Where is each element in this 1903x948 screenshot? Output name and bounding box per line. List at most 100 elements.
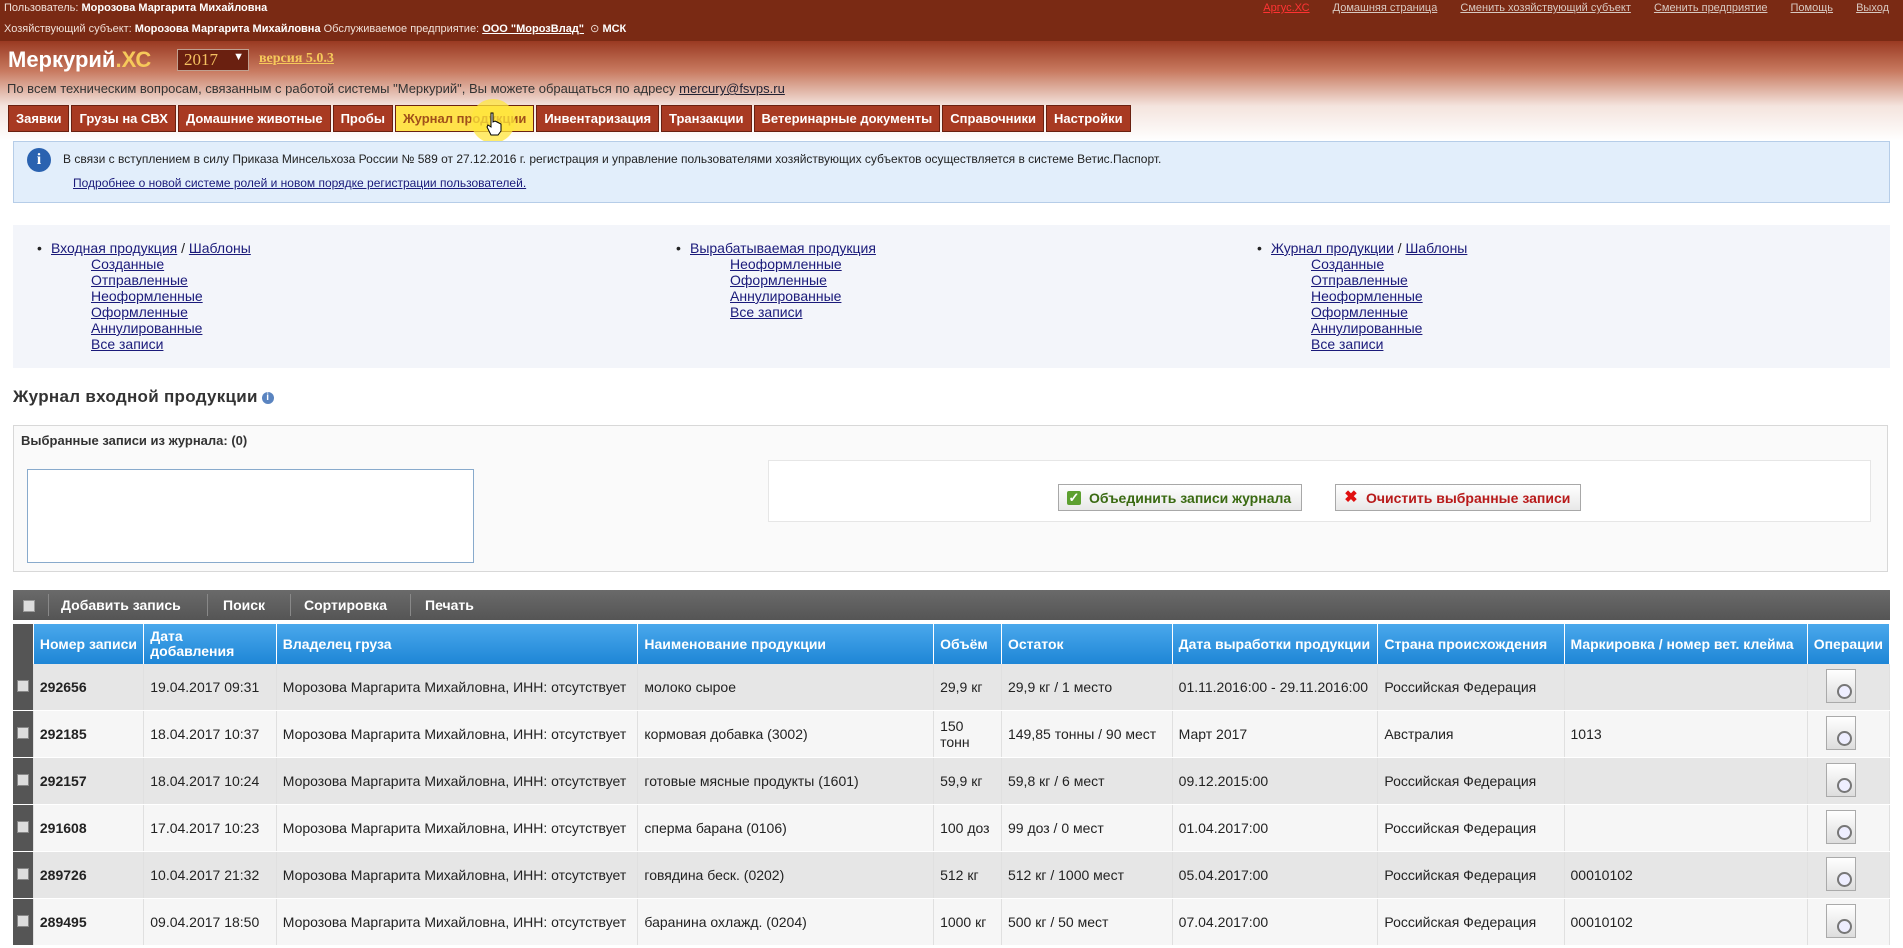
row-checkbox[interactable] <box>16 821 29 833</box>
tab-svh-cargo[interactable]: Грузы на СВХ <box>71 105 176 132</box>
table-row[interactable]: 291608 17.04.2017 10:23 Морозова Маргари… <box>13 804 1891 852</box>
user-label: Пользователь: <box>4 2 79 14</box>
user-name: Морозова Маргарита Михайловна <box>81 2 268 14</box>
row-checkbox[interactable] <box>16 915 29 927</box>
link-journal-created[interactable]: Созданные <box>1311 256 1384 272</box>
support-email-link[interactable]: mercury@fsvps.ru <box>679 81 785 96</box>
top-bar: Пользователь: Морозова Маргарита Михайло… <box>0 0 1903 41</box>
link-help[interactable]: Помощь <box>1791 2 1834 14</box>
link-incoming-templates[interactable]: Шаблоны <box>189 240 251 256</box>
enterprise-label: Обслуживаемое предприятие: <box>323 23 480 35</box>
link-incoming-cancelled[interactable]: Аннулированные <box>91 320 202 336</box>
link-journal-unprocessed[interactable]: Неоформленные <box>1311 288 1423 304</box>
info-more-link[interactable]: Подробнее о новой системе ролей и новом … <box>73 176 526 190</box>
merge-records-button[interactable]: ✓ Объединить записи журнала <box>1058 484 1303 511</box>
tab-transactions[interactable]: Транзакции <box>661 105 752 132</box>
tab-vet-docs[interactable]: Ветеринарные документы <box>753 105 941 132</box>
table-row[interactable]: 289726 10.04.2017 21:32 Морозова Маргари… <box>13 851 1891 899</box>
table-row[interactable]: 292185 18.04.2017 10:37 Морозова Маргари… <box>13 710 1891 758</box>
col-date-added[interactable]: Дата добавления <box>143 624 277 664</box>
support-text: По всем техническим вопросам, связанным … <box>7 81 785 96</box>
link-produced-processed[interactable]: Оформленные <box>730 272 827 288</box>
info-banner: i В связи с вступлением в силу Приказа М… <box>13 141 1890 203</box>
link-journal-all[interactable]: Все записи <box>1311 336 1383 352</box>
col-product-name[interactable]: Наименование продукции <box>637 624 935 664</box>
link-incoming-unprocessed[interactable]: Неоформленные <box>91 288 203 304</box>
clear-selection-button[interactable]: ✖ Очистить выбранные записи <box>1335 484 1582 511</box>
header: Меркурий.ХС 2017 ▼ версия 5.0.3 По всем т… <box>0 41 1903 141</box>
sort-button[interactable]: Сортировка <box>304 597 387 613</box>
link-journal-sent[interactable]: Отправленные <box>1311 272 1408 288</box>
link-home[interactable]: Домашняя страница <box>1333 2 1438 14</box>
link-incoming-created[interactable]: Созданные <box>91 256 164 272</box>
link-incoming-all[interactable]: Все записи <box>91 336 163 352</box>
selected-records-label: Выбранные записи из журнала: (0) <box>21 433 248 448</box>
row-checkbox[interactable] <box>16 727 29 739</box>
col-marking[interactable]: Маркировка / номер вет. клейма <box>1564 624 1808 664</box>
link-incoming-sent[interactable]: Отправленные <box>91 272 188 288</box>
table-row[interactable]: 292157 18.04.2017 10:24 Морозова Маргари… <box>13 757 1891 805</box>
page-title: Журнал входной продукции i <box>13 387 274 407</box>
link-journal-cancelled[interactable]: Аннулированные <box>1311 320 1422 336</box>
link-produced-cancelled[interactable]: Аннулированные <box>730 288 841 304</box>
link-argus[interactable]: Аргус.ХС <box>1263 2 1309 14</box>
main-nav: Заявки Грузы на СВХ Домашние животные Пр… <box>8 105 1131 132</box>
tab-inventory[interactable]: Инвентаризация <box>536 105 660 132</box>
year-select[interactable]: 2017 ▼ <box>177 49 249 71</box>
link-produced-all[interactable]: Все записи <box>730 304 802 320</box>
col-country[interactable]: Страна происхождения <box>1377 624 1565 664</box>
row-checkbox[interactable] <box>16 868 29 880</box>
journal-table: Номер записи Дата добавления Владелец гр… <box>13 624 1891 946</box>
tab-directories[interactable]: Справочники <box>942 105 1045 132</box>
link-incoming-processed[interactable]: Оформленные <box>91 304 188 320</box>
view-record-icon[interactable] <box>1825 809 1856 844</box>
col-record-number[interactable]: Номер записи <box>33 624 145 664</box>
tab-pets[interactable]: Домашние животные <box>177 105 331 132</box>
tab-samples[interactable]: Пробы <box>332 105 393 132</box>
view-record-icon[interactable] <box>1825 715 1856 750</box>
enterprise-link[interactable]: ООО "МорозВлад" <box>482 23 584 35</box>
view-record-icon[interactable] <box>1825 668 1856 703</box>
row-checkbox[interactable] <box>16 774 29 786</box>
add-record-button[interactable]: Добавить запись <box>61 597 181 613</box>
col-production-date[interactable]: Дата выработки продукции <box>1172 624 1379 664</box>
link-change-entity[interactable]: Сменить хозяйствующий субъект <box>1460 2 1631 14</box>
table-row[interactable]: 292656 19.04.2017 09:31 Морозова Маргари… <box>13 664 1891 711</box>
selected-records-list[interactable] <box>27 469 474 563</box>
search-button[interactable]: Поиск <box>223 597 265 613</box>
clock-icon: ⊙ <box>590 23 600 35</box>
view-record-icon[interactable] <box>1825 856 1856 891</box>
col-owner[interactable]: Владелец груза <box>276 624 639 664</box>
col-operations: Операции <box>1807 624 1891 664</box>
table-toolbar: Добавить запись Поиск Сортировка Печать <box>13 590 1890 620</box>
incoming-links: Входная продукция / Шаблоны Созданные От… <box>37 240 251 352</box>
check-icon: ✓ <box>1067 490 1081 505</box>
link-produced-unprocessed[interactable]: Неоформленные <box>730 256 842 272</box>
link-journal-processed[interactable]: Оформленные <box>1311 304 1408 320</box>
col-remainder[interactable]: Остаток <box>1001 624 1173 664</box>
link-journal-templates[interactable]: Шаблоны <box>1405 240 1467 256</box>
view-record-icon[interactable] <box>1825 903 1856 938</box>
link-incoming-products[interactable]: Входная продукция <box>51 240 177 256</box>
table-row[interactable]: 289495 09.04.2017 18:50 Морозова Маргари… <box>13 898 1891 946</box>
link-change-enterprise[interactable]: Сменить предприятие <box>1654 2 1768 14</box>
version-link[interactable]: версия 5.0.3 <box>259 51 334 67</box>
link-produced-products[interactable]: Вырабатываемая продукция <box>690 240 876 256</box>
timezone: МСК <box>602 23 627 35</box>
tab-settings[interactable]: Настройки <box>1046 105 1131 132</box>
col-volume[interactable]: Объём <box>933 624 1002 664</box>
info-icon[interactable]: i <box>261 391 274 404</box>
journal-links-panel: Входная продукция / Шаблоны Созданные От… <box>13 225 1890 368</box>
row-checkbox[interactable] <box>16 680 29 692</box>
user-info: Пользователь: Морозова Маргарита Михайло… <box>4 2 267 14</box>
link-logout[interactable]: Выход <box>1856 2 1889 14</box>
info-text: В связи с вступлением в силу Приказа Мин… <box>63 152 1162 166</box>
select-all-checkbox[interactable] <box>23 600 35 612</box>
link-journal-products[interactable]: Журнал продукции <box>1271 240 1394 256</box>
tab-requests[interactable]: Заявки <box>8 105 70 132</box>
close-icon: ✖ <box>1344 489 1358 506</box>
journal-links: Журнал продукции / Шаблоны Созданные Отп… <box>1257 240 1467 352</box>
entity-info: Хозяйствующий субъект: Морозова Маргарит… <box>4 22 626 35</box>
view-record-icon[interactable] <box>1825 762 1856 797</box>
print-button[interactable]: Печать <box>425 597 474 613</box>
